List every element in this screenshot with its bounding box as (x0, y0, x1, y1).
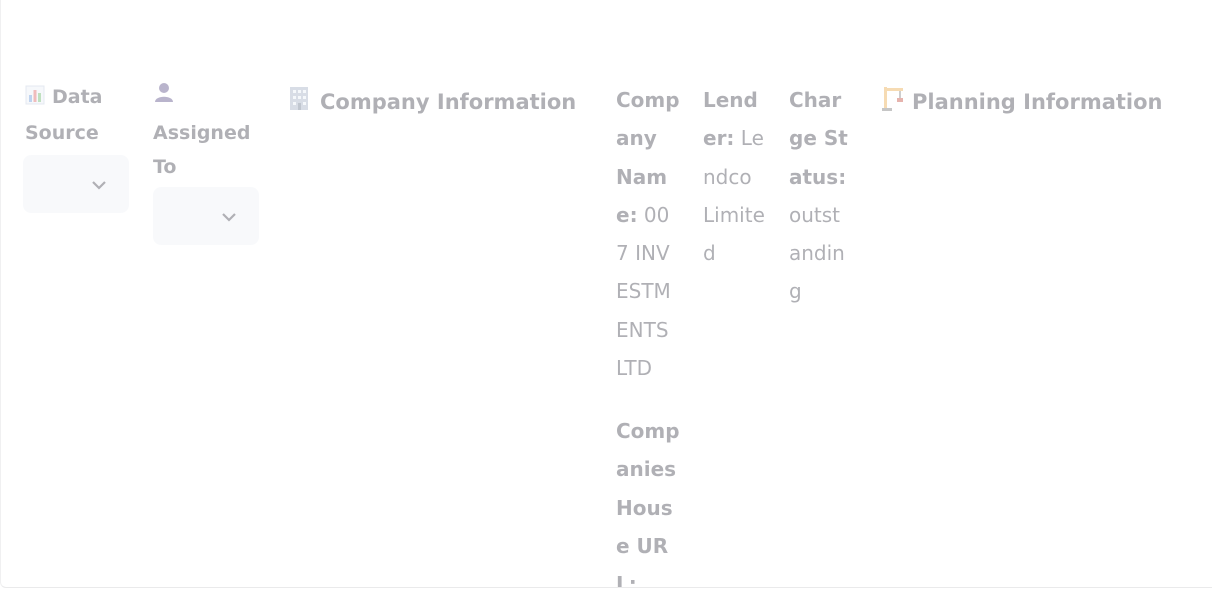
company-name-value: 007 INVESTMENTS LTD (616, 202, 671, 381)
planning-information-title: Planning Information (912, 90, 1163, 114)
assigned-to-label: Assigned To (153, 80, 253, 184)
companies-house-url-label: Companies House URL: (616, 419, 680, 588)
charge-status-field: Charge Status: outstanding (789, 81, 851, 311)
charge-status-value: outstanding (789, 202, 845, 304)
construction-crane-icon (881, 85, 905, 119)
company-name-field: Company Name: 007 INVESTMENTS LTD (616, 81, 680, 387)
app-frame: Data Source Assigned To Company Informat… (0, 0, 1212, 588)
assigned-to-label-text: Assigned To (153, 122, 251, 178)
data-source-select[interactable] (23, 155, 129, 213)
chevron-down-icon (221, 207, 237, 226)
company-information-title: Company Information (320, 90, 577, 114)
bar-chart-icon (25, 82, 45, 116)
company-information-header: Company Information (287, 85, 576, 119)
charge-status-label: Charge Status: (789, 88, 848, 189)
planning-information-header: Planning Information (881, 85, 1163, 119)
lender-field: Lender: Lendco Limited (703, 81, 765, 272)
assigned-to-select[interactable] (153, 187, 259, 245)
office-building-icon (287, 85, 313, 119)
chevron-down-icon (91, 175, 107, 194)
data-source-label: Data Source (25, 80, 135, 150)
person-icon (153, 80, 246, 114)
